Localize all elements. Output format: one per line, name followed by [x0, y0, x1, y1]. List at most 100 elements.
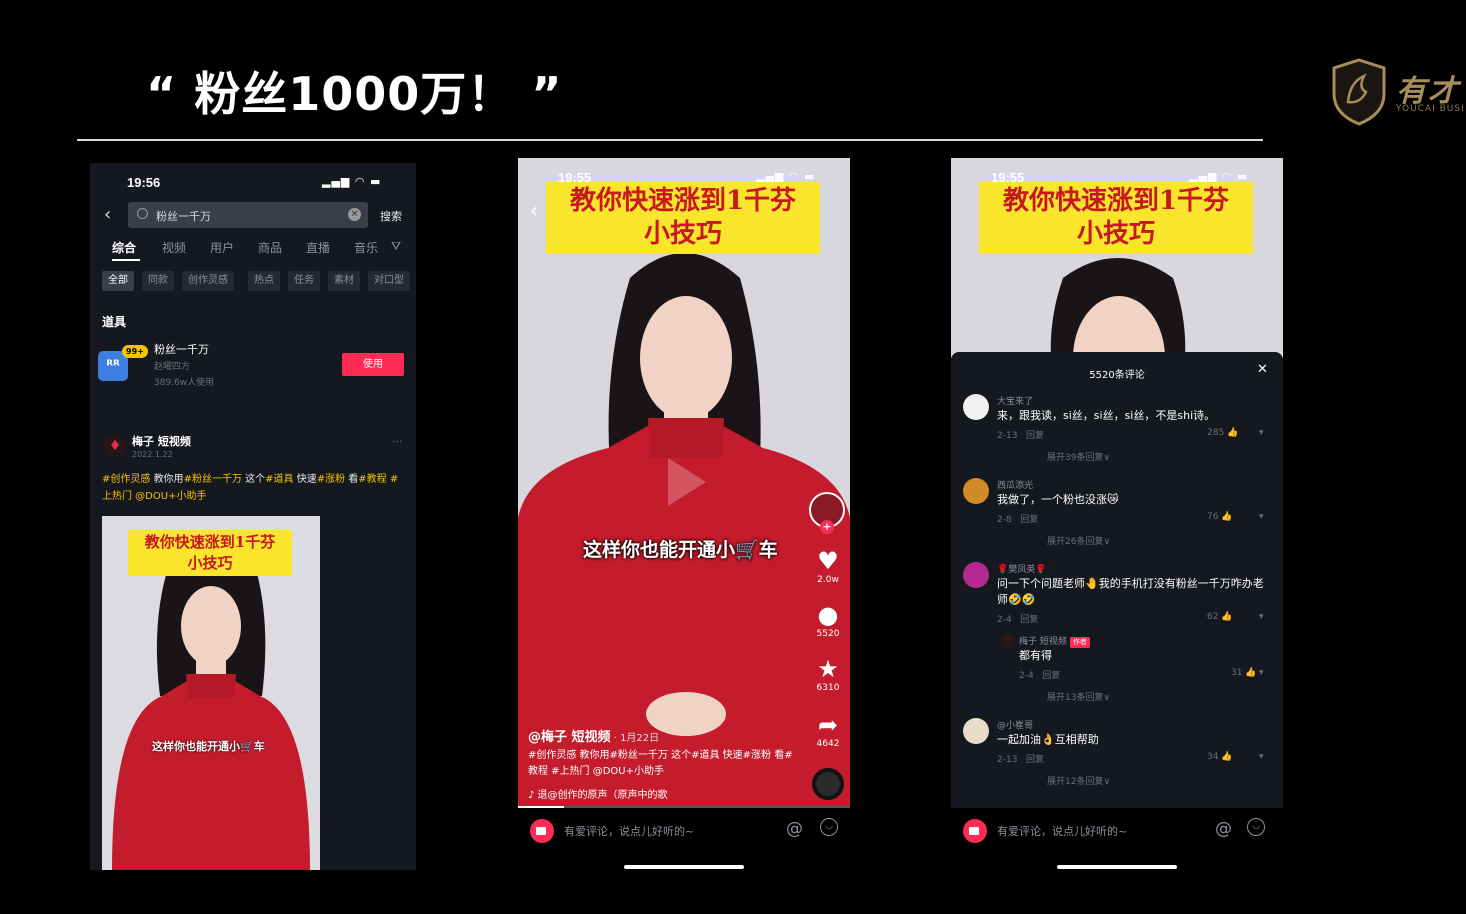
chip-material[interactable]: 素材	[328, 271, 360, 291]
avatar[interactable]	[963, 718, 989, 744]
comment-meta: 2-13 回复	[997, 752, 1044, 765]
tab-music[interactable]: 音乐	[354, 239, 378, 256]
dislike-icon[interactable]: ▾	[1259, 668, 1264, 678]
back-icon[interactable]: ‹	[104, 204, 111, 225]
like-button[interactable]: 31 👍	[1231, 668, 1257, 678]
progress-fill	[518, 806, 565, 808]
comment-user[interactable]: @小崔哥	[997, 718, 1033, 731]
share-button[interactable]: ➦ 4642	[810, 712, 846, 749]
chip-task[interactable]: 任务	[288, 271, 320, 291]
like-button[interactable]: 285 👍	[1207, 428, 1238, 438]
comment-user[interactable]: 大宝来了	[997, 394, 1033, 407]
like-button[interactable]: ♥ 2.0w	[810, 548, 846, 585]
hashtag[interactable]: #涨粉	[317, 474, 345, 485]
thumb-up-icon: 👍	[1221, 612, 1233, 622]
tab-all[interactable]: 综合	[112, 239, 136, 256]
chip-hot[interactable]: 热点	[248, 271, 280, 291]
reply-button[interactable]: 回复	[1020, 515, 1038, 525]
search-input[interactable]: 粉丝一千万 ×	[128, 202, 368, 228]
chip-lipsync[interactable]: 对口型	[368, 271, 410, 291]
emoji-icon[interactable]: ◡	[820, 818, 838, 836]
author-avatar[interactable]: ♦	[104, 435, 126, 457]
dislike-icon[interactable]: ▾	[1259, 512, 1264, 522]
chip-all[interactable]: 全部	[102, 271, 134, 291]
thumb-up-icon: 👍	[1227, 428, 1239, 438]
hashtag[interactable]: #粉丝一千万	[184, 474, 242, 485]
hashtag[interactable]: #创作灵感	[102, 474, 154, 485]
comment-placeholder[interactable]: 有爱评论，说点儿好听的~	[564, 823, 694, 839]
hashtag[interactable]: #道具	[265, 474, 293, 485]
mention[interactable]: @DOU+小助手	[132, 491, 206, 502]
avatar[interactable]	[963, 478, 989, 504]
comment-user[interactable]: 🌹樊凤英🌹	[997, 562, 1046, 575]
reply-user[interactable]: 梅子 短视频 作者	[1019, 634, 1090, 648]
heart-icon: ♥	[817, 547, 839, 575]
reply-button[interactable]: 回复	[1020, 615, 1038, 625]
post-author[interactable]: 梅子 短视频	[132, 433, 191, 449]
reply-text: 都有得	[1019, 649, 1052, 662]
tab-live[interactable]: 直播	[306, 239, 330, 256]
comment-count: 5520	[816, 629, 840, 639]
music-disc-icon[interactable]	[812, 768, 844, 800]
video-progress[interactable]	[518, 806, 850, 808]
back-icon[interactable]: ‹	[530, 198, 538, 222]
caption-text: 教你用	[153, 474, 184, 485]
use-prop-button[interactable]: 使用	[342, 353, 404, 376]
reply-user-name[interactable]: 梅子 短视频	[1019, 637, 1067, 647]
dislike-icon[interactable]: ▾	[1259, 612, 1264, 622]
at-icon[interactable]: @	[786, 819, 803, 839]
follow-plus-icon[interactable]: +	[820, 520, 834, 534]
reply-button[interactable]: 回复	[1026, 755, 1044, 765]
comment-input-bar[interactable]: 有爱评论，说点儿好听的~ @ ◡	[951, 812, 1283, 850]
clear-icon[interactable]: ×	[348, 208, 361, 221]
like-button[interactable]: 76 👍	[1207, 512, 1233, 522]
tab-goods[interactable]: 商品	[258, 239, 282, 256]
at-icon[interactable]: @	[1215, 819, 1232, 839]
video-thumbnail[interactable]: 教你快速涨到1千芬 小技巧 这样你也能开通小🛒车	[102, 516, 320, 870]
close-icon[interactable]: ✕	[1257, 362, 1268, 377]
video-author[interactable]: @梅子 短视频 · 1月22日	[528, 726, 659, 745]
camera-icon[interactable]	[963, 819, 987, 843]
comment-input-bar[interactable]: 有爱评论，说点儿好听的~ @ ◡	[518, 812, 850, 850]
expand-replies[interactable]: 展开12条回复∨	[1047, 774, 1110, 787]
tab-user[interactable]: 用户	[210, 239, 234, 256]
author-tag: 作者	[1069, 637, 1090, 648]
comment-button[interactable]: ● 5520	[810, 602, 846, 639]
more-icon[interactable]: ···	[392, 435, 403, 448]
author-handle[interactable]: @梅子 短视频	[528, 730, 611, 745]
reply-button[interactable]: 回复	[1026, 431, 1044, 441]
comment-meta: 2-4 回复	[997, 612, 1038, 625]
chip-same[interactable]: 同款	[142, 271, 174, 291]
expand-replies[interactable]: 展开26条回复∨	[1047, 534, 1110, 547]
video-caption: #创作灵感 教你用#粉丝一千万 这个#道具 快速#涨粉 看#教程 #上热门 @D…	[528, 750, 793, 777]
search-button[interactable]: 搜索	[380, 208, 402, 224]
music-label[interactable]: ♪ 退@创作的原声（原声中的歌	[528, 786, 668, 801]
caption-text: 快速	[293, 474, 317, 485]
favorite-button[interactable]: ★ 6310	[810, 656, 846, 693]
reply-button[interactable]: 回复	[1042, 671, 1060, 681]
expand-replies[interactable]: 展开39条回复∨	[1047, 450, 1110, 463]
emoji-icon[interactable]: ◡	[1247, 818, 1265, 836]
dislike-icon[interactable]: ▾	[1259, 752, 1264, 762]
expand-replies[interactable]: 展开13条回复∨	[1047, 690, 1110, 703]
search-query: 粉丝一千万	[156, 210, 211, 223]
camera-icon[interactable]	[530, 819, 554, 843]
phone-comments-screen: 19:55 ▂▄▆ ◠ ▬ 教你快速涨到1千芬 小技巧 5520条评论 ✕ 大宝…	[951, 158, 1283, 808]
play-icon[interactable]	[668, 458, 706, 506]
like-count: 285	[1207, 428, 1225, 438]
prop-name[interactable]: 粉丝一千万	[154, 341, 209, 357]
thumb-up-icon: 👍	[1221, 752, 1233, 762]
tab-video[interactable]: 视频	[162, 239, 186, 256]
like-button[interactable]: 62 👍	[1207, 612, 1233, 622]
dislike-icon[interactable]: ▾	[1259, 428, 1264, 438]
comment-user[interactable]: 西瓜添光	[997, 478, 1033, 491]
video-subtitle: 这样你也能开通小🛒车	[583, 539, 778, 561]
filter-icon[interactable]: ⛛	[391, 239, 401, 254]
comment-placeholder[interactable]: 有爱评论，说点儿好听的~	[997, 823, 1127, 839]
avatar[interactable]	[963, 394, 989, 420]
avatar[interactable]	[1001, 634, 1015, 648]
chip-inspiration[interactable]: 创作灵感	[182, 271, 234, 291]
like-button[interactable]: 34 👍	[1207, 752, 1233, 762]
search-bar: ‹ 粉丝一千万 × 搜索	[90, 201, 416, 231]
avatar[interactable]	[963, 562, 989, 588]
